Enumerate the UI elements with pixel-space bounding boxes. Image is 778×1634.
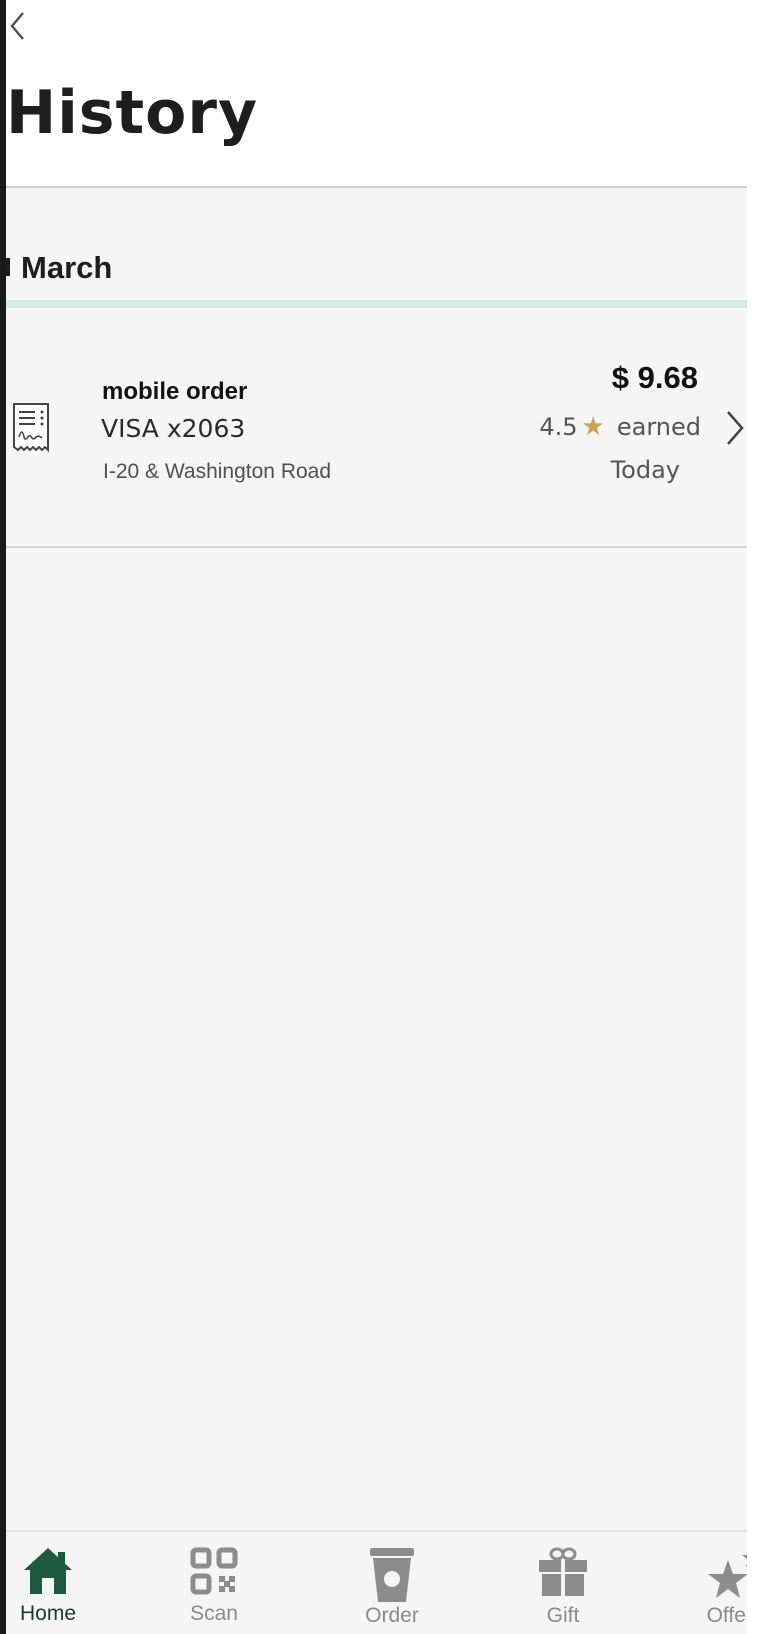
section-marker	[6, 258, 10, 276]
tab-home[interactable]: Home	[6, 1532, 103, 1634]
back-chevron-icon	[10, 12, 24, 40]
chevron-right-icon[interactable]	[724, 408, 746, 448]
page-title: History	[6, 78, 259, 148]
section-header: March	[6, 188, 747, 308]
tab-label-home: Home	[19, 1602, 77, 1625]
tab-order[interactable]: Order	[337, 1532, 447, 1634]
bottom-tab-bar: Home Scan Order Gift Offers	[6, 1530, 763, 1634]
order-amount: $ 9.68	[611, 360, 698, 395]
payment-method: VISA x2063	[101, 414, 246, 443]
transaction-row[interactable]: mobile order VISA x2063 I-20 & Washingto…	[6, 308, 747, 548]
header: History	[6, 0, 747, 188]
cup-icon	[370, 1548, 414, 1602]
receipt-icon	[13, 403, 49, 453]
store-location: I-20 & Washington Road	[103, 460, 332, 483]
stars-earned: 4.5 ★ earned	[539, 412, 701, 442]
app-screen: History March mobile order VISA x2063 I-…	[0, 0, 778, 1634]
stars-earned-label: earned	[616, 413, 701, 441]
section-title: March	[21, 250, 113, 285]
star-icon: ★	[581, 412, 605, 442]
back-button[interactable]	[6, 6, 28, 46]
tab-gift[interactable]: Gift	[508, 1532, 618, 1634]
tab-scan[interactable]: Scan	[159, 1532, 269, 1634]
section-divider	[6, 300, 747, 308]
stars-value: 4.5	[539, 413, 578, 441]
tab-label-scan: Scan	[190, 1602, 238, 1625]
right-edge	[747, 0, 778, 1634]
home-icon	[24, 1548, 72, 1594]
tab-label-order: Order	[365, 1604, 419, 1627]
order-date: Today	[610, 456, 680, 484]
qr-code-icon	[190, 1547, 238, 1595]
gift-icon	[539, 1547, 587, 1596]
order-type: mobile order	[102, 378, 248, 405]
tab-label-gift: Gift	[546, 1604, 580, 1627]
